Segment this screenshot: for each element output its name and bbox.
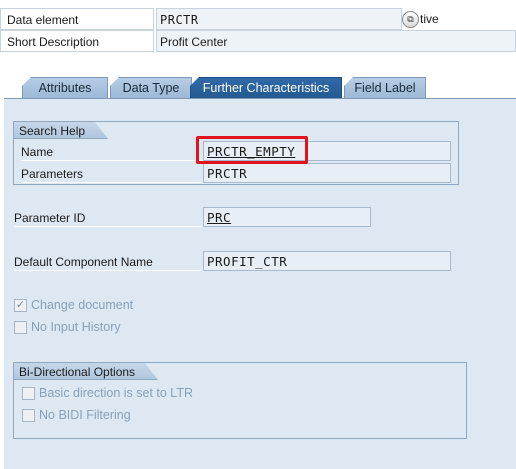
default-component-label: Default Component Name — [14, 251, 202, 271]
tab-data-type[interactable]: Data Type — [110, 77, 192, 99]
parameter-id-label: Parameter ID — [14, 207, 202, 227]
tab-further-characteristics[interactable]: Further Characteristics — [190, 77, 342, 99]
search-help-name-label: Name — [21, 141, 203, 161]
search-help-title: Search Help — [13, 121, 108, 139]
tab-strip: Attributes Data Type Further Characteris… — [4, 77, 516, 99]
tab-field-label[interactable]: Field Label — [344, 77, 426, 99]
no-bidi-filtering-option[interactable]: No BIDI Filtering — [22, 408, 131, 422]
short-description-field[interactable]: Profit Center — [156, 30, 516, 52]
checkmark-icon: ✓ — [15, 298, 26, 311]
no-input-history-checkbox[interactable] — [14, 320, 27, 334]
basic-direction-label: Basic direction is set to LTR — [39, 386, 193, 400]
basic-direction-option[interactable]: Basic direction is set to LTR — [22, 386, 193, 400]
short-description-label: Short Description — [0, 30, 154, 52]
tab-attributes[interactable]: Attributes — [22, 77, 108, 99]
basic-direction-checkbox[interactable] — [22, 386, 35, 400]
search-help-parameters-label: Parameters — [21, 163, 203, 183]
default-component-field[interactable]: PROFIT_CTR — [203, 251, 451, 271]
status-text: tive — [420, 12, 439, 26]
no-input-history-option[interactable]: No Input History — [14, 320, 121, 334]
change-document-checkbox[interactable]: ✓ — [14, 298, 27, 312]
bidi-options-group: Bi-Directional Options — [13, 362, 467, 439]
data-element-field[interactable]: PRCTR — [156, 8, 402, 30]
no-bidi-filtering-checkbox[interactable] — [22, 408, 35, 422]
bidi-options-title: Bi-Directional Options — [13, 362, 158, 380]
change-document-label: Change document — [31, 298, 134, 312]
no-input-history-label: No Input History — [31, 320, 121, 334]
parameter-id-field[interactable]: PRC — [203, 207, 371, 227]
no-bidi-filtering-label: No BIDI Filtering — [39, 408, 131, 422]
highlight-box — [196, 136, 308, 164]
value-help-icon[interactable]: ⧉ — [402, 11, 419, 28]
search-help-parameters-field[interactable]: PRCTR — [203, 163, 451, 183]
data-element-label: Data element — [0, 8, 154, 30]
change-document-option[interactable]: ✓ Change document — [14, 298, 133, 312]
